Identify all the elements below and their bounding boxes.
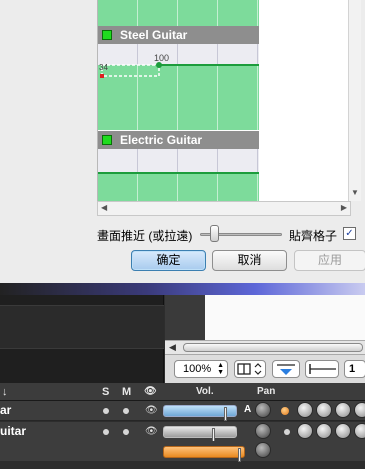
- arrange-horizontal-scrollbar[interactable]: ◀: [165, 340, 365, 354]
- track-color-swatch: [102, 135, 112, 145]
- master-row: [0, 441, 365, 462]
- track-header-steel-guitar[interactable]: Steel Guitar: [98, 26, 259, 44]
- track-name: Steel Guitar: [120, 28, 188, 42]
- pan-column-label: Pan: [257, 386, 276, 397]
- arrange-toolbar: 100% ▲ ▼ 1: [165, 354, 365, 383]
- volume-fader[interactable]: [163, 426, 237, 442]
- zoom-select[interactable]: 100% ▲ ▼: [174, 360, 228, 378]
- effect-knob[interactable]: [297, 402, 313, 418]
- track-lane-electric-guitar[interactable]: [98, 174, 259, 201]
- effect-knob[interactable]: [354, 402, 365, 418]
- effect-knob[interactable]: [316, 402, 332, 418]
- line-tool-icon: [309, 364, 336, 374]
- track-lane-top: [98, 0, 259, 26]
- automation-indicator[interactable]: A: [244, 404, 251, 415]
- mute-column-label: M: [122, 386, 132, 398]
- zoom-row: 畫面推近 (或拉遠) 貼齊格子 ✓: [97, 225, 362, 245]
- pan-knob[interactable]: [255, 423, 271, 439]
- line-tool-button[interactable]: [305, 360, 339, 378]
- effect-knob[interactable]: [335, 402, 351, 418]
- track-area-left: [0, 295, 164, 383]
- effect-knob[interactable]: [297, 423, 313, 439]
- track-row[interactable]: uitar 👁: [0, 422, 365, 442]
- track-name: uitar: [0, 424, 27, 438]
- scroll-down-arrow-icon[interactable]: ▼: [351, 188, 359, 197]
- track-area-mid: [165, 295, 205, 340]
- zoom-label: 畫面推近 (或拉遠): [97, 229, 193, 243]
- snap-to-grid-label: 貼齊格子: [289, 229, 338, 243]
- zoom-value: 100%: [183, 363, 212, 375]
- track-automation-dialog: Steel Guitar 100 34 Electric Guitar ▼ ◀ …: [0, 0, 365, 283]
- master-volume-fader[interactable]: [163, 446, 245, 462]
- horizontal-scrollbar[interactable]: ◀ ▶: [97, 201, 351, 216]
- visibility-eye-icon[interactable]: 👁: [145, 405, 158, 416]
- ok-button[interactable]: 确定: [131, 250, 206, 271]
- track-name: ar: [0, 403, 12, 417]
- vertical-scrollbar[interactable]: ▼: [348, 0, 361, 201]
- effect-knob[interactable]: [316, 423, 332, 439]
- quantize-icon: [237, 363, 262, 375]
- track-view: Steel Guitar 100 34 Electric Guitar ▼: [97, 0, 361, 201]
- arrange-area[interactable]: [205, 295, 365, 340]
- automation-curve[interactable]: [98, 44, 259, 84]
- swap-arrows-icon: [277, 364, 295, 375]
- master-pan-knob[interactable]: [255, 442, 271, 458]
- master-volume-fader-thumb[interactable]: [238, 448, 241, 462]
- track-header-electric-guitar[interactable]: Electric Guitar: [98, 131, 259, 149]
- volume-column-label: Vol.: [196, 386, 214, 397]
- automation-point-value-left: 34: [99, 63, 108, 72]
- track-row[interactable]: ar 👁 A: [0, 401, 365, 421]
- link-toggle-button[interactable]: [272, 360, 300, 378]
- solo-column-label: S: [102, 386, 110, 398]
- cancel-button[interactable]: 取消: [212, 250, 287, 271]
- track-color-swatch: [102, 30, 112, 40]
- effect-knob[interactable]: [354, 423, 365, 439]
- scrollbar-thumb[interactable]: [183, 343, 363, 352]
- scroll-left-arrow-icon[interactable]: ◀: [169, 342, 176, 353]
- record-arm-icon[interactable]: [281, 407, 289, 415]
- volume-fader-thumb[interactable]: [224, 407, 227, 421]
- daw-window: ◀ 100% ▲ ▼ 1 ↓ S M 👁 Vol. Pan ar 👁 A uit…: [0, 283, 365, 469]
- effect-knob[interactable]: [335, 423, 351, 439]
- solo-button[interactable]: [103, 408, 109, 414]
- automation-selection[interactable]: [101, 64, 160, 77]
- pan-knob[interactable]: [255, 402, 271, 418]
- solo-button[interactable]: [103, 429, 109, 435]
- mute-button[interactable]: [123, 408, 129, 414]
- zoom-slider-thumb[interactable]: [210, 225, 219, 242]
- scroll-left-arrow-icon[interactable]: ◀: [101, 203, 107, 212]
- number-field[interactable]: 1: [344, 360, 365, 378]
- visibility-eye-icon: 👁: [144, 386, 157, 397]
- scroll-right-arrow-icon[interactable]: ▶: [341, 203, 347, 212]
- volume-fader[interactable]: [163, 405, 237, 421]
- automation-lane[interactable]: [98, 149, 259, 173]
- stepper-arrows-icon: ▲ ▼: [217, 362, 224, 376]
- sort-arrow-icon[interactable]: ↓: [2, 386, 8, 398]
- automation-handle[interactable]: [100, 74, 104, 78]
- visibility-eye-icon[interactable]: 👁: [145, 426, 158, 437]
- mute-button[interactable]: [123, 429, 129, 435]
- apply-button[interactable]: 应用: [294, 250, 365, 271]
- timeline-band: [0, 283, 365, 295]
- snap-to-grid-checkbox[interactable]: ✓: [343, 227, 356, 240]
- quantize-select[interactable]: [234, 360, 266, 378]
- track-name: Electric Guitar: [120, 133, 203, 147]
- volume-fader-thumb[interactable]: [212, 428, 215, 442]
- track-list-header: ↓ S M 👁 Vol. Pan: [0, 383, 365, 401]
- automation-point-value: 100: [154, 53, 170, 63]
- record-arm-icon[interactable]: [284, 429, 290, 435]
